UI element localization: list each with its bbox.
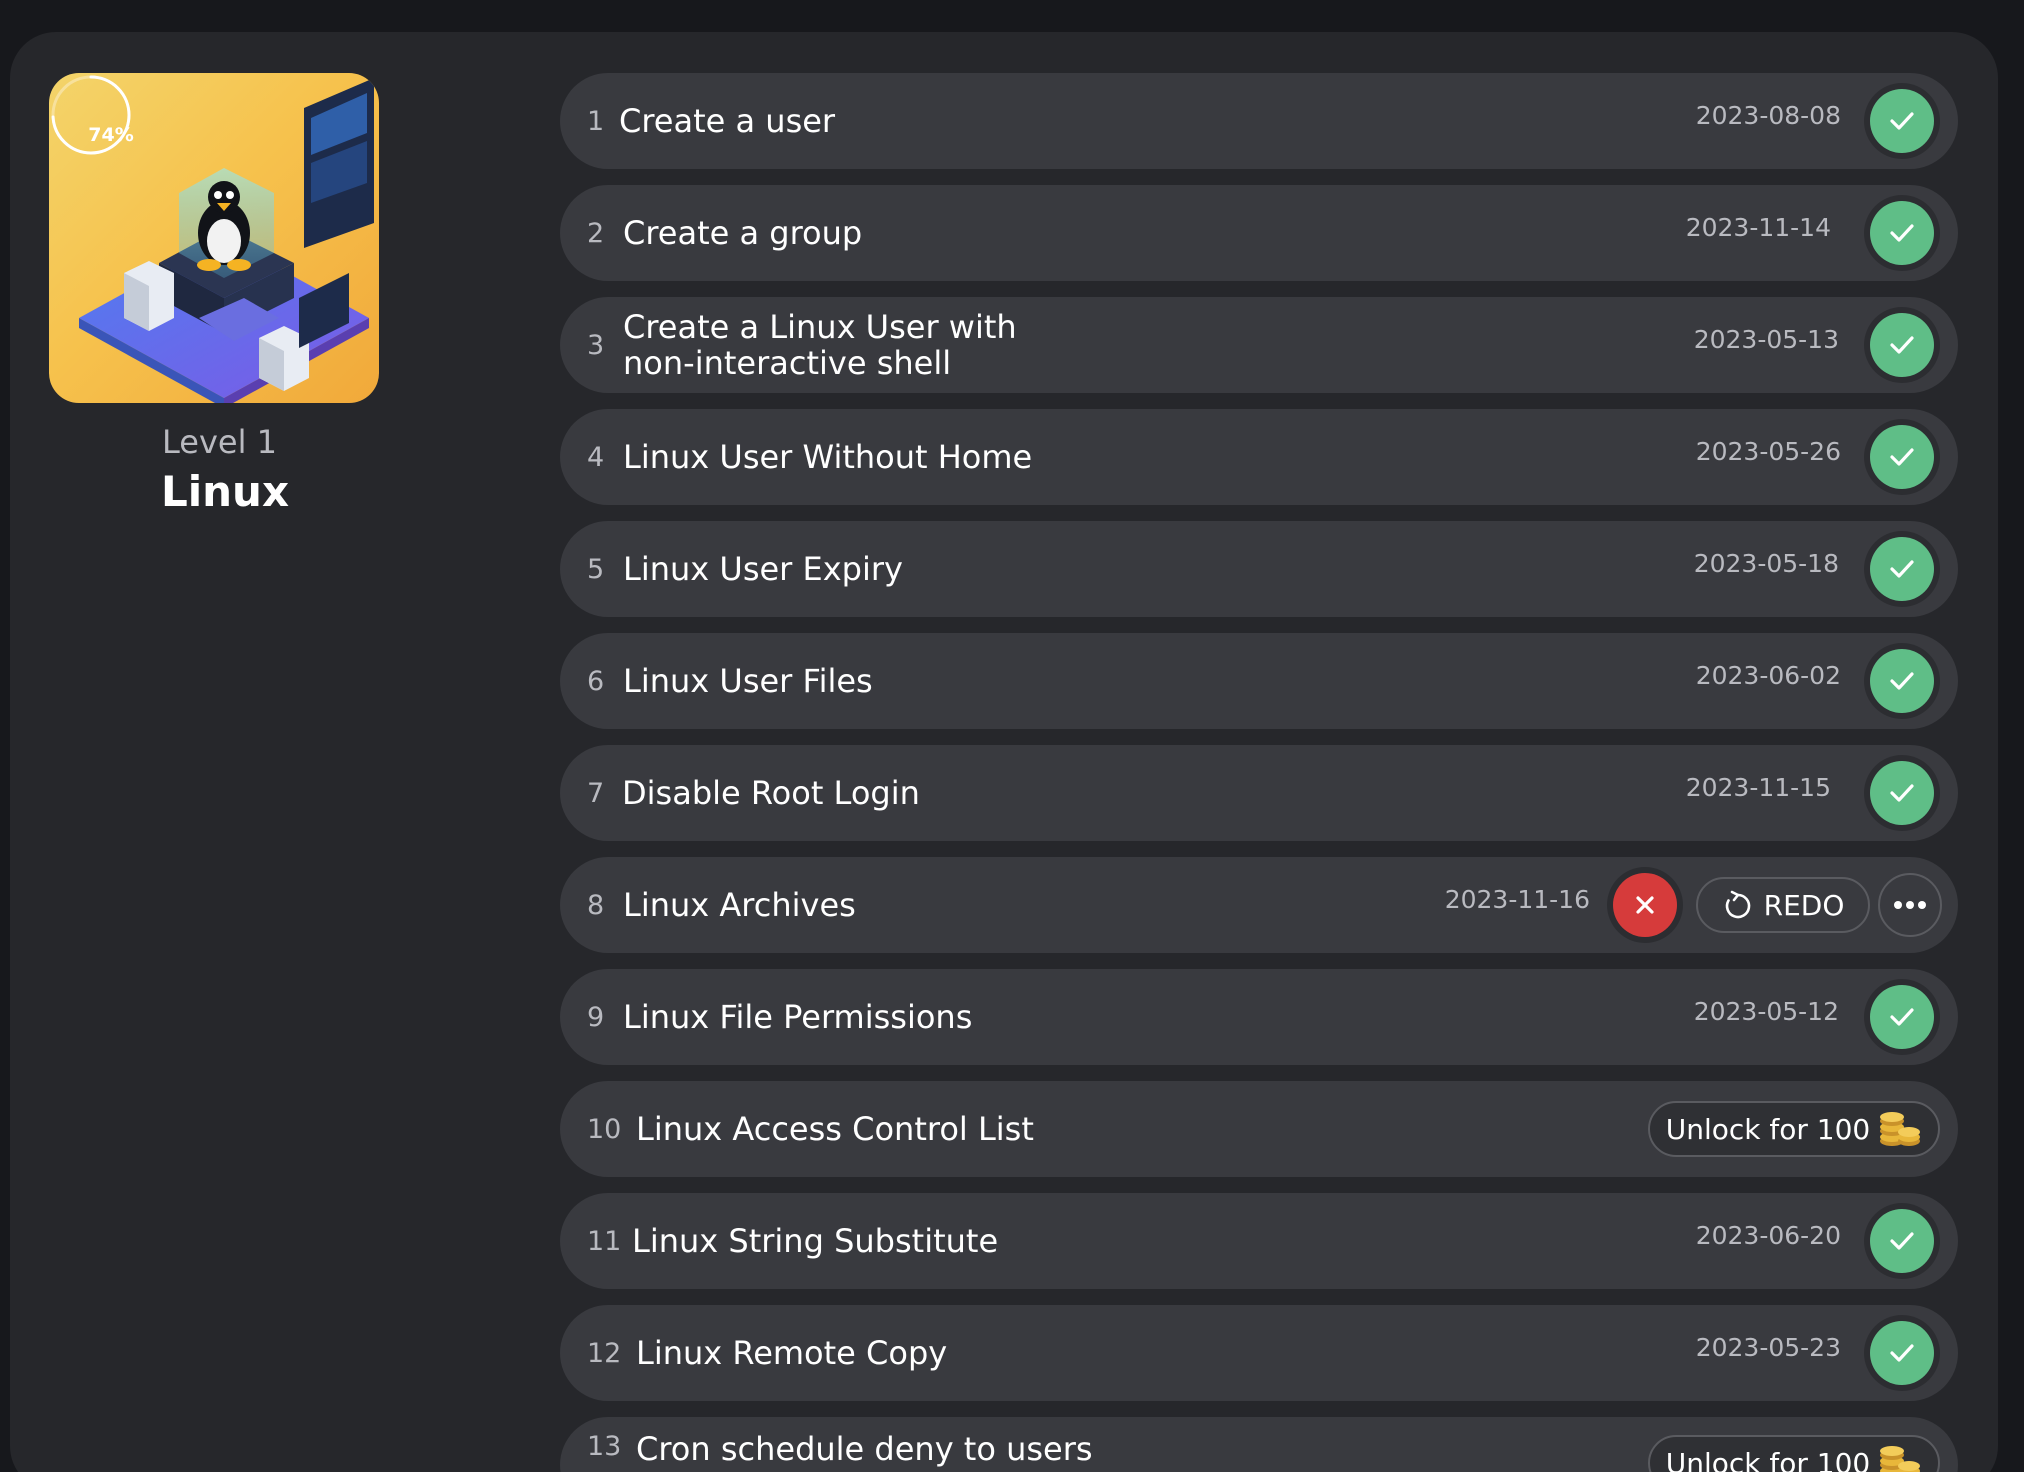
lesson-row[interactable]: 13 Cron schedule deny to users Unlock fo… bbox=[560, 1417, 1958, 1472]
lesson-date: 2023-08-08 bbox=[1695, 101, 1841, 130]
lesson-row[interactable]: 11 Linux String Substitute 2023-06-20 bbox=[560, 1193, 1958, 1289]
lesson-row[interactable]: 5 Linux User Expiry 2023-05-18 bbox=[560, 521, 1958, 617]
lesson-number: 8 bbox=[587, 889, 605, 921]
close-icon bbox=[1636, 896, 1654, 914]
lesson-date: 2023-05-12 bbox=[1693, 997, 1839, 1026]
lesson-row[interactable]: 10 Linux Access Control List Unlock for … bbox=[560, 1081, 1958, 1177]
check-icon bbox=[1890, 784, 1914, 802]
lesson-row[interactable]: 8 Linux Archives 2023-11-16 REDO bbox=[560, 857, 1958, 953]
lesson-title: Create a group bbox=[623, 214, 863, 252]
check-icon bbox=[1890, 560, 1914, 578]
status-passed bbox=[1864, 195, 1940, 271]
unlock-button[interactable]: Unlock for 100 bbox=[1648, 1101, 1940, 1157]
status-passed bbox=[1864, 979, 1940, 1055]
coins-icon bbox=[1880, 1446, 1921, 1472]
status-passed bbox=[1864, 419, 1940, 495]
course-level: Level 1 bbox=[162, 423, 277, 461]
lesson-number: 12 bbox=[587, 1337, 622, 1369]
lesson-row[interactable]: 2 Create a group 2023-11-14 bbox=[560, 185, 1958, 281]
status-passed bbox=[1864, 307, 1940, 383]
lesson-number: 4 bbox=[587, 441, 605, 473]
course-title: Linux bbox=[161, 467, 290, 516]
lesson-row[interactable]: 1 Create a user 2023-08-08 bbox=[560, 73, 1958, 169]
course-image[interactable]: 74% bbox=[49, 73, 379, 403]
status-passed bbox=[1864, 643, 1940, 719]
lesson-number: 10 bbox=[587, 1113, 622, 1145]
lesson-date: 2023-05-18 bbox=[1693, 549, 1839, 578]
lesson-date: 2023-11-16 bbox=[1444, 885, 1590, 914]
redo-icon bbox=[1725, 890, 1750, 919]
lesson-date: 2023-06-02 bbox=[1695, 661, 1841, 690]
lesson-title: Linux Archives bbox=[623, 886, 856, 924]
unlock-label: Unlock for 100 bbox=[1665, 1446, 1871, 1472]
lesson-title: Linux File Permissions bbox=[623, 998, 973, 1036]
lesson-number: 2 bbox=[587, 217, 605, 249]
lesson-number: 5 bbox=[587, 553, 605, 585]
redo-button[interactable]: REDO bbox=[1696, 877, 1870, 933]
lesson-row[interactable]: 7 Disable Root Login 2023-11-15 bbox=[560, 745, 1958, 841]
check-icon bbox=[1890, 1344, 1914, 1362]
progress-percent: 74% bbox=[88, 124, 134, 146]
status-passed bbox=[1864, 755, 1940, 831]
lesson-number: 1 bbox=[587, 105, 605, 137]
coins-icon bbox=[1880, 1112, 1921, 1146]
status-passed bbox=[1864, 531, 1940, 607]
lesson-title: Create a Linux User with non-interactive… bbox=[623, 308, 1017, 382]
lesson-number: 13 bbox=[587, 1431, 622, 1462]
unlock-button[interactable]: Unlock for 100 bbox=[1648, 1435, 1940, 1472]
lesson-title: Linux User Files bbox=[623, 662, 873, 700]
lesson-date: 2023-11-15 bbox=[1685, 773, 1831, 802]
check-icon bbox=[1890, 448, 1914, 466]
lesson-row[interactable]: 4 Linux User Without Home 2023-05-26 bbox=[560, 409, 1958, 505]
check-icon bbox=[1890, 112, 1914, 130]
lesson-date: 2023-06-20 bbox=[1695, 1221, 1841, 1250]
more-options-button[interactable] bbox=[1878, 873, 1942, 937]
lesson-title: Linux String Substitute bbox=[632, 1222, 999, 1260]
lesson-number: 3 bbox=[587, 329, 605, 361]
lesson-title: Linux User Expiry bbox=[623, 550, 903, 588]
lesson-number: 9 bbox=[587, 1001, 605, 1033]
status-passed bbox=[1864, 1203, 1940, 1279]
lesson-title: Disable Root Login bbox=[622, 774, 920, 812]
lesson-number: 7 bbox=[587, 777, 605, 809]
lesson-row[interactable]: 6 Linux User Files 2023-06-02 bbox=[560, 633, 1958, 729]
check-icon bbox=[1890, 1008, 1914, 1026]
check-icon bbox=[1890, 224, 1914, 242]
check-icon bbox=[1890, 336, 1914, 354]
lesson-row[interactable]: 12 Linux Remote Copy 2023-05-23 bbox=[560, 1305, 1958, 1401]
lesson-title: Cron schedule deny to users bbox=[636, 1430, 1093, 1468]
lesson-number: 6 bbox=[587, 665, 605, 697]
lesson-row[interactable]: 9 Linux File Permissions 2023-05-12 bbox=[560, 969, 1958, 1065]
lesson-row[interactable]: 3 Create a Linux User with non-interacti… bbox=[560, 297, 1958, 393]
lesson-title: Linux User Without Home bbox=[623, 438, 1033, 476]
lesson-title: Create a user bbox=[619, 102, 836, 140]
redo-label: REDO bbox=[1763, 888, 1845, 922]
status-passed bbox=[1864, 83, 1940, 159]
status-failed bbox=[1607, 867, 1683, 943]
lesson-number: 11 bbox=[587, 1225, 622, 1257]
lesson-date: 2023-11-14 bbox=[1685, 213, 1831, 242]
lesson-title: Linux Remote Copy bbox=[636, 1334, 948, 1372]
more-icon bbox=[1894, 901, 1926, 909]
check-icon bbox=[1890, 1232, 1914, 1250]
unlock-label: Unlock for 100 bbox=[1665, 1112, 1871, 1146]
lesson-date: 2023-05-26 bbox=[1695, 437, 1841, 466]
lesson-date: 2023-05-13 bbox=[1693, 325, 1839, 354]
lesson-title: Linux Access Control List bbox=[636, 1110, 1034, 1148]
check-icon bbox=[1890, 672, 1914, 690]
status-passed bbox=[1864, 1315, 1940, 1391]
lesson-date: 2023-05-23 bbox=[1695, 1333, 1841, 1362]
